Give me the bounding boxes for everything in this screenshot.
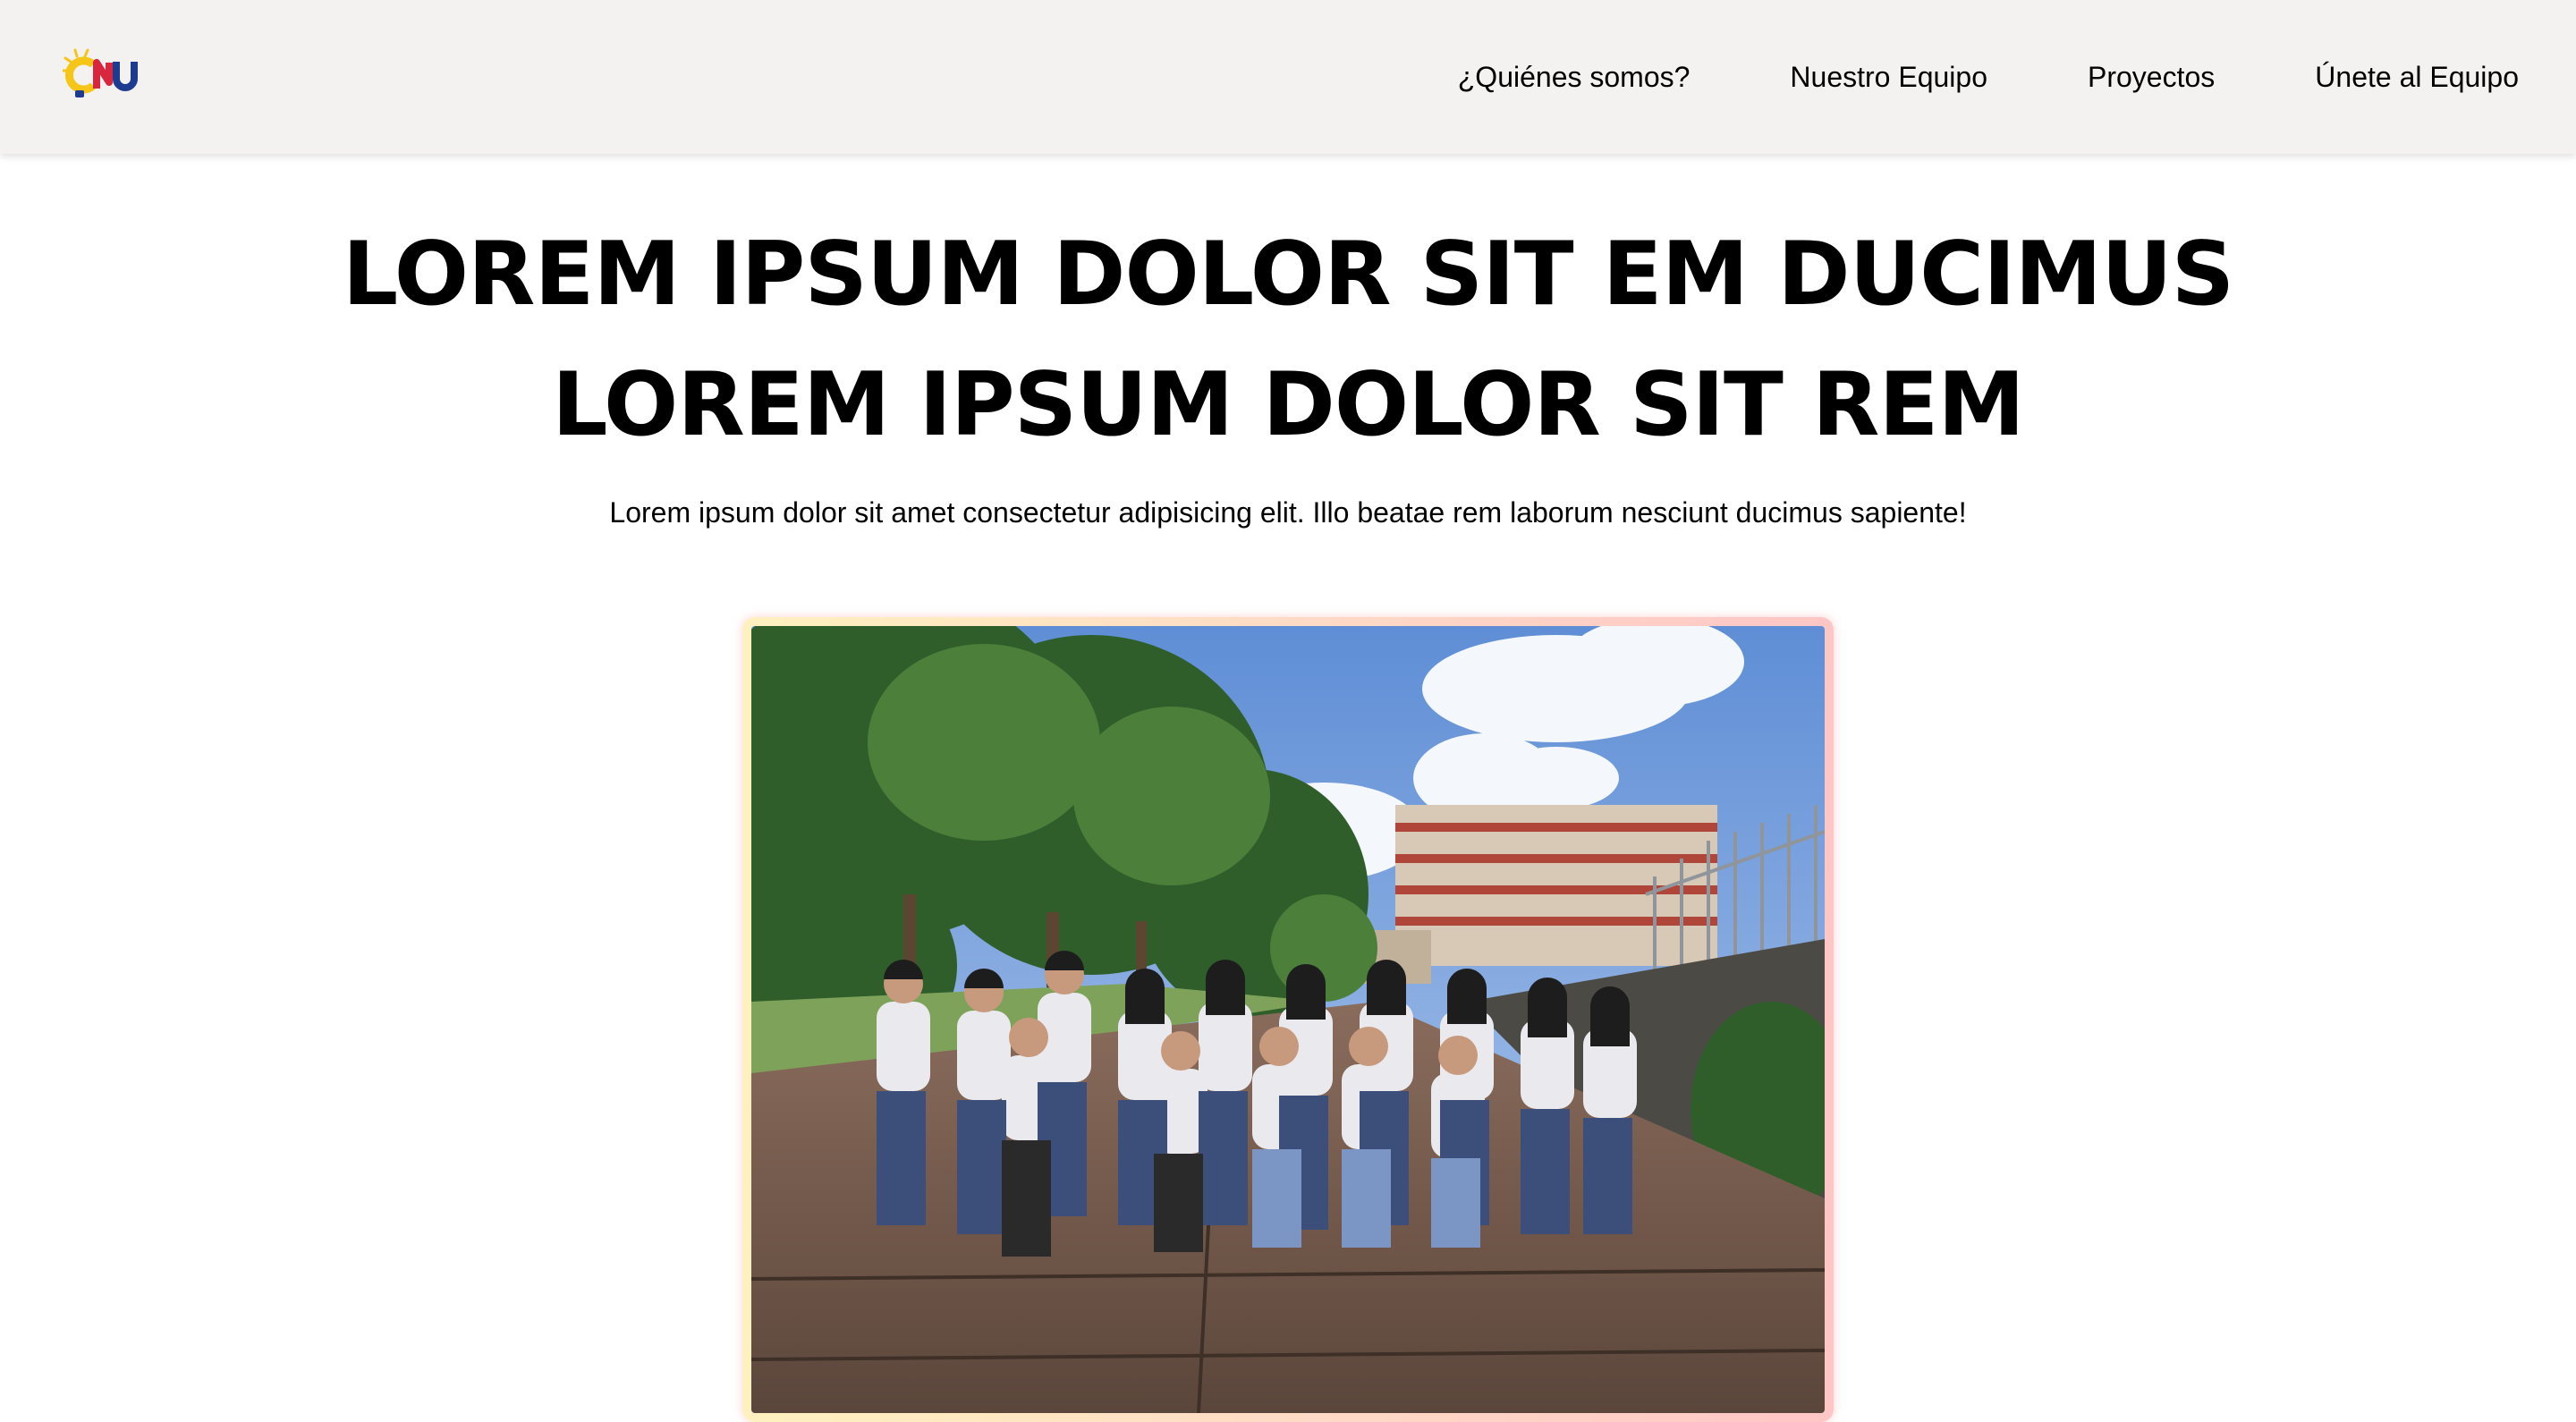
nav-link-nuestro-equipo[interactable]: Nuestro Equipo <box>1790 61 1987 94</box>
team-photo <box>751 626 1825 1413</box>
hero-title-line-2: LOREM IPSUM DOLOR SIT REM <box>552 354 2025 456</box>
nav-link-quienes-somos[interactable]: ¿Quiénes somos? <box>1458 61 1690 94</box>
logo[interactable] <box>61 47 143 100</box>
navbar: ¿Quiénes somos? Nuestro Equipo Proyectos… <box>0 0 2576 154</box>
main-nav: ¿Quiénes somos? Nuestro Equipo Proyectos… <box>1358 0 2519 154</box>
nav-link-unete-al-equipo[interactable]: Únete al Equipo <box>2315 61 2519 94</box>
team-photo-frame <box>742 617 1834 1422</box>
hero-title-line-1: LOREM IPSUM DOLOR SIT EM DUCIMUS <box>342 224 2234 326</box>
nav-link-proyectos[interactable]: Proyectos <box>2088 61 2215 94</box>
hero-subtitle: Lorem ipsum dolor sit amet consectetur a… <box>609 496 1967 529</box>
lightbulb-logo-icon <box>61 48 138 97</box>
